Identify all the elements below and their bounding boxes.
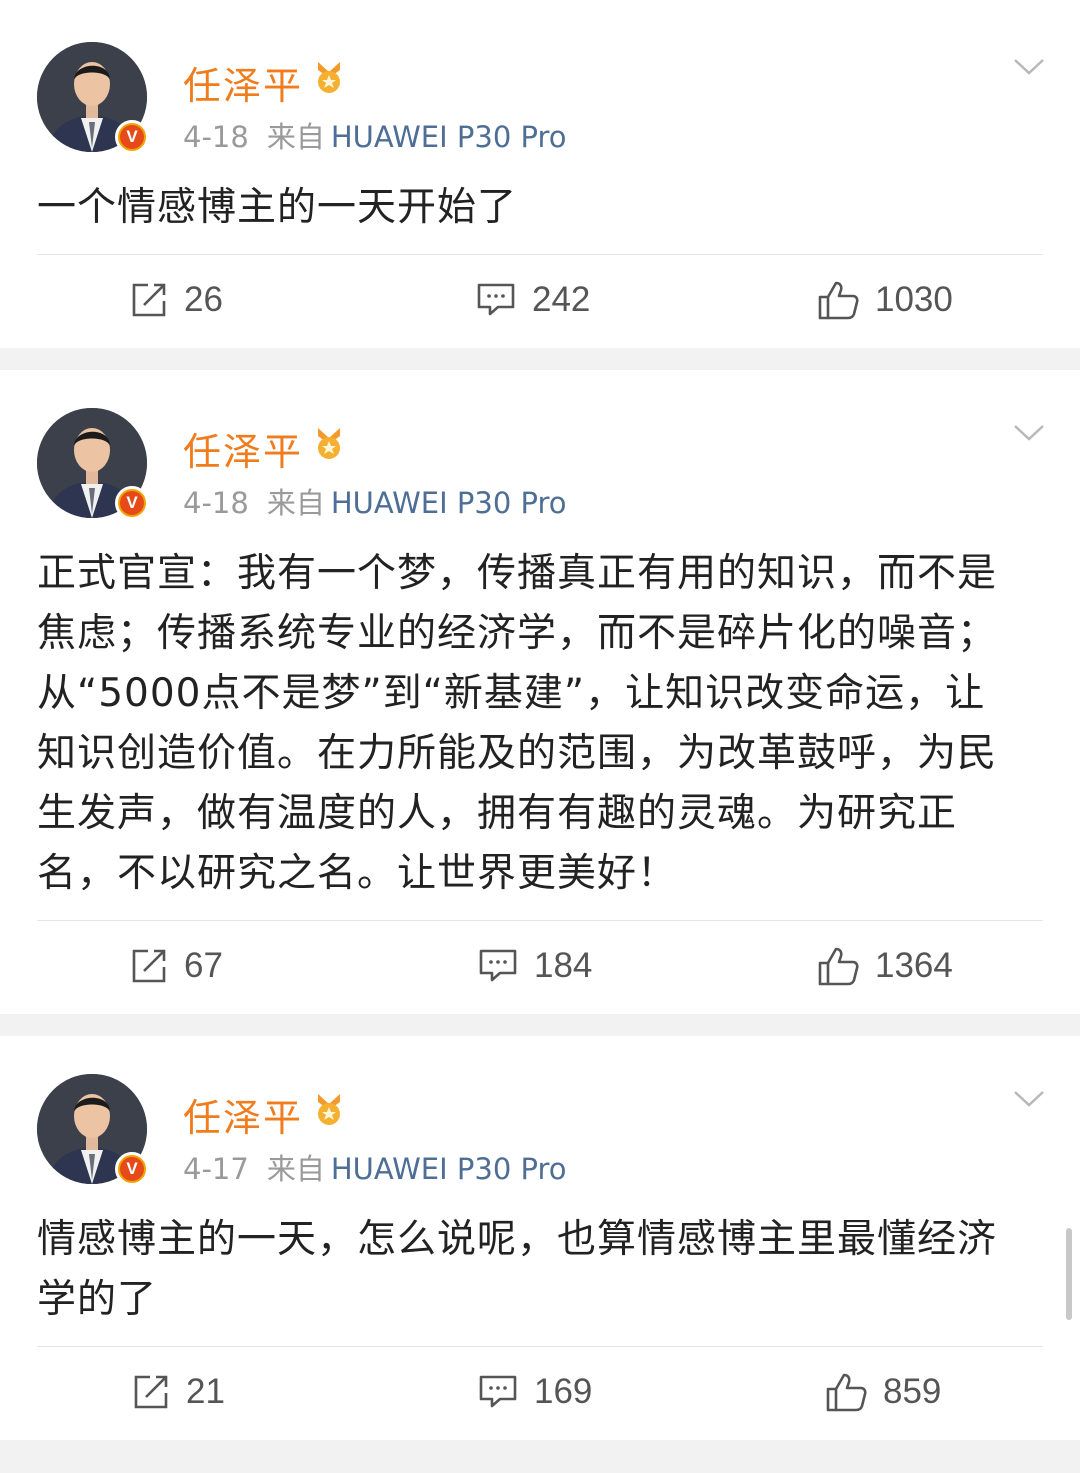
comment-icon bbox=[479, 1375, 517, 1408]
like-count: 859 bbox=[883, 1372, 942, 1411]
post-content: 正式官宣：我有一个梦，传播真正有用的知识，而不是焦虑；传播系统专业的经济学，而不… bbox=[37, 551, 998, 896]
post-date: 4-18 bbox=[183, 486, 249, 520]
comment-icon bbox=[477, 283, 515, 316]
post-card-2[interactable]: V 任泽平 4-18 来自 HUAWEI P30 Pro 正式官宣：我有一个梦，传播… bbox=[0, 370, 1080, 1014]
device-link[interactable]: HUAWEI P30 Pro bbox=[331, 120, 567, 154]
repost-count: 26 bbox=[184, 280, 223, 319]
like-button[interactable]: 1030 bbox=[817, 280, 953, 320]
verified-badge-icon: V bbox=[115, 120, 149, 154]
thumbs-up-icon bbox=[818, 947, 859, 986]
verified-badge-icon: V bbox=[115, 1152, 149, 1186]
like-count: 1364 bbox=[875, 946, 953, 985]
medal-icon bbox=[318, 428, 340, 459]
comment-button[interactable]: 242 bbox=[476, 280, 590, 320]
like-count: 1030 bbox=[875, 280, 953, 319]
divider bbox=[37, 254, 1043, 255]
author-name[interactable]: 任泽平 bbox=[183, 421, 303, 476]
author-avatar[interactable]: V bbox=[37, 1074, 149, 1186]
comment-count: 242 bbox=[532, 280, 591, 319]
source-label: 来自 bbox=[266, 486, 325, 520]
post-date: 4-18 bbox=[183, 120, 249, 154]
comment-button[interactable]: 169 bbox=[478, 1372, 592, 1412]
thumbs-up-icon bbox=[826, 1373, 867, 1412]
repost-button[interactable]: 21 bbox=[132, 1372, 225, 1412]
post-meta: 4-17 来自 HUAWEI P30 Pro bbox=[183, 1146, 567, 1188]
repost-count: 21 bbox=[186, 1372, 225, 1411]
thumbs-up-icon bbox=[818, 281, 859, 320]
author-name[interactable]: 任泽平 bbox=[183, 1087, 303, 1142]
chevron-down-icon[interactable] bbox=[1012, 56, 1046, 78]
author-name[interactable]: 任泽平 bbox=[183, 55, 303, 110]
device-link[interactable]: HUAWEI P30 Pro bbox=[331, 1152, 567, 1186]
author-avatar[interactable]: V bbox=[37, 408, 149, 520]
comment-button[interactable]: 184 bbox=[478, 946, 592, 986]
author-avatar[interactable]: V bbox=[37, 42, 149, 154]
chevron-down-icon[interactable] bbox=[1012, 422, 1046, 444]
repost-button[interactable]: 26 bbox=[130, 280, 223, 320]
post-meta: 4-18 来自 HUAWEI P30 Pro bbox=[183, 114, 567, 156]
repost-button[interactable]: 67 bbox=[130, 946, 223, 986]
post-card-1[interactable]: V 任泽平 4-18 来自 HUAWEI P30 Pro 一个情感博主的一天开始了 … bbox=[0, 0, 1080, 348]
repost-count: 67 bbox=[184, 946, 223, 985]
like-button[interactable]: 859 bbox=[825, 1372, 941, 1412]
source-label: 来自 bbox=[266, 120, 325, 154]
medal-icon bbox=[318, 1094, 340, 1125]
source-label: 来自 bbox=[266, 1152, 325, 1186]
comment-count: 184 bbox=[534, 946, 593, 985]
comment-count: 169 bbox=[534, 1372, 593, 1411]
post-card-3[interactable]: V 任泽平 4-17 来自 HUAWEI P30 Pro 情感博主的一天，怎么说呢，… bbox=[0, 1036, 1080, 1440]
scrollbar[interactable] bbox=[1066, 1228, 1072, 1320]
repost-icon bbox=[132, 283, 166, 317]
post-date: 4-17 bbox=[183, 1152, 249, 1186]
device-link[interactable]: HUAWEI P30 Pro bbox=[331, 486, 567, 520]
like-button[interactable]: 1364 bbox=[817, 946, 953, 986]
comment-icon bbox=[479, 949, 517, 982]
divider bbox=[37, 1346, 1043, 1347]
post-meta: 4-18 来自 HUAWEI P30 Pro bbox=[183, 480, 567, 522]
repost-icon bbox=[134, 1375, 168, 1409]
repost-icon bbox=[132, 949, 166, 983]
medal-icon bbox=[318, 62, 340, 93]
divider bbox=[37, 920, 1043, 921]
verified-badge-icon: V bbox=[115, 486, 149, 520]
chevron-down-icon[interactable] bbox=[1012, 1088, 1046, 1110]
post-content: 一个情感博主的一天开始了 bbox=[37, 185, 518, 230]
post-content: 情感博主的一天，怎么说呢，也算情感博主里最懂经济学的了 bbox=[37, 1217, 998, 1322]
